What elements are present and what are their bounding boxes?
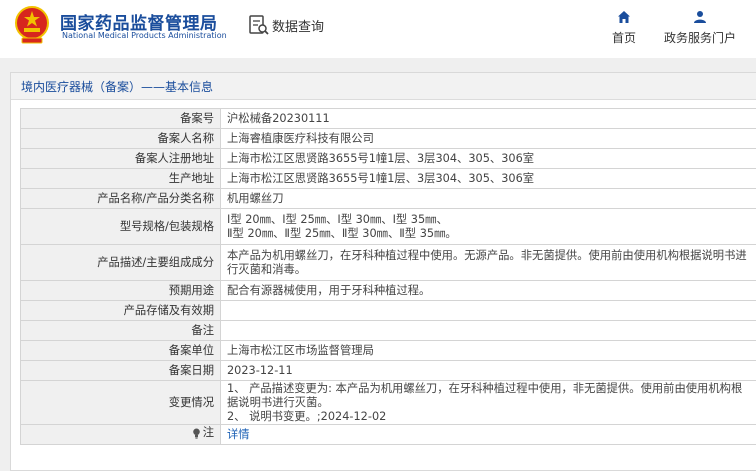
spec-line: Ⅱ型 20㎜、Ⅱ型 25㎜、Ⅱ型 30㎜、Ⅱ型 35㎜。 xyxy=(227,227,457,240)
field-label: 生产地址 xyxy=(20,168,221,189)
document-search-icon xyxy=(249,15,269,35)
spec-line: Ⅰ型 20㎜、Ⅰ型 25㎜、Ⅰ型 30㎜、Ⅰ型 35㎜、 xyxy=(227,213,448,226)
field-label: 备案单位 xyxy=(20,340,221,361)
field-value: 上海市松江区思贤路3655号1幢1层、3层304、305、306室 xyxy=(220,148,756,169)
field-value: 2023-12-11 xyxy=(220,360,756,381)
field-label: 预期用途 xyxy=(20,280,221,301)
table-row: 备案号 沪松械备20230111 xyxy=(20,108,756,129)
national-emblem-icon xyxy=(15,6,49,44)
change-line: 2、 说明书变更。;2024-12-02 xyxy=(227,410,387,423)
field-value xyxy=(220,320,756,341)
table-row: 备案单位 上海市松江区市场监督管理局 xyxy=(20,340,756,361)
field-label: 变更情况 xyxy=(20,380,221,425)
field-value: 机用螺丝刀 xyxy=(220,188,756,209)
field-label: 备案人名称 xyxy=(20,128,221,149)
field-label: 备案号 xyxy=(20,108,221,129)
table-row: 产品描述/主要组成成分 本产品为机用螺丝刀，在牙科种植过程中使用。无源产品。非无… xyxy=(20,244,756,281)
table-row: 产品名称/产品分类名称 机用螺丝刀 xyxy=(20,188,756,209)
table-row: 备案人注册地址 上海市松江区思贤路3655号1幢1层、3层304、305、306… xyxy=(20,148,756,169)
field-value: Ⅰ型 20㎜、Ⅰ型 25㎜、Ⅰ型 30㎜、Ⅰ型 35㎜、 Ⅱ型 20㎜、Ⅱ型 2… xyxy=(220,208,756,245)
change-line: 1、 产品描述变更为: 本产品为机用螺丝刀，在牙科种植过程中使用，非无菌提供。使… xyxy=(227,382,743,409)
table-row: 预期用途 配合有源器械使用，用于牙科种植过程。 xyxy=(20,280,756,301)
home-icon xyxy=(618,11,630,23)
field-label: 备案日期 xyxy=(20,360,221,381)
table-row: 型号规格/包装规格 Ⅰ型 20㎜、Ⅰ型 25㎜、Ⅰ型 30㎜、Ⅰ型 35㎜、 Ⅱ… xyxy=(20,208,756,245)
field-value: 上海市松江区市场监督管理局 xyxy=(220,340,756,361)
field-label: 注 xyxy=(20,424,221,445)
site-header: 国家药品监督管理局 National Medical Products Admi… xyxy=(0,0,756,58)
field-label: 产品名称/产品分类名称 xyxy=(20,188,221,209)
note-key: 注 xyxy=(192,426,214,440)
panel-title: 境内医疗器械（备案）——基本信息 xyxy=(11,73,756,100)
table-row: 生产地址 上海市松江区思贤路3655号1幢1层、3层304、305、306室 xyxy=(20,168,756,189)
table-row: 备案日期 2023-12-11 xyxy=(20,360,756,381)
field-label: 备注 xyxy=(20,320,221,341)
org-name-en: National Medical Products Administration xyxy=(62,31,227,40)
table-row: 产品存储及有效期 xyxy=(20,300,756,321)
info-panel: 境内医疗器械（备案）——基本信息 备案号 沪松械备20230111 备案人名称 … xyxy=(10,72,756,471)
nav-home[interactable]: 首页 xyxy=(584,10,664,46)
nav-home-label: 首页 xyxy=(611,31,636,45)
field-value: 上海睿植康医疗科技有限公司 xyxy=(220,128,756,149)
record-table: 备案号 沪松械备20230111 备案人名称 上海睿植康医疗科技有限公司 备案人… xyxy=(20,108,756,445)
field-value: 详情 xyxy=(220,424,756,445)
note-label: 注 xyxy=(202,426,214,440)
details-link[interactable]: 详情 xyxy=(227,428,250,441)
user-icon xyxy=(694,11,706,23)
field-label: 产品描述/主要组成成分 xyxy=(20,244,221,281)
field-label: 型号规格/包装规格 xyxy=(20,208,221,245)
field-value xyxy=(220,300,756,321)
field-value: 沪松械备20230111 xyxy=(220,108,756,129)
table-row: 备案人名称 上海睿植康医疗科技有限公司 xyxy=(20,128,756,149)
field-value: 配合有源器械使用，用于牙科种植过程。 xyxy=(220,280,756,301)
field-value: 本产品为机用螺丝刀，在牙科种植过程中使用。无源产品。非无菌提供。使用前由使用机构… xyxy=(220,244,756,281)
field-value: 1、 产品描述变更为: 本产品为机用螺丝刀，在牙科种植过程中使用，非无菌提供。使… xyxy=(220,380,756,425)
data-query-label: 数据查询 xyxy=(272,19,325,35)
data-query-title: 数据查询 xyxy=(248,14,324,36)
field-label: 备案人注册地址 xyxy=(20,148,221,169)
nav-gov-service-portal[interactable]: 政务服务门户 xyxy=(660,10,740,46)
nav-gov-service-label: 政务服务门户 xyxy=(663,31,736,45)
table-row: 注 详情 xyxy=(20,424,756,445)
table-row: 变更情况 1、 产品描述变更为: 本产品为机用螺丝刀，在牙科种植过程中使用，非无… xyxy=(20,380,756,425)
lightbulb-icon xyxy=(192,428,200,439)
field-label: 产品存储及有效期 xyxy=(20,300,221,321)
content-area: 境内医疗器械（备案）——基本信息 备案号 沪松械备20230111 备案人名称 … xyxy=(0,58,756,471)
field-value: 上海市松江区思贤路3655号1幢1层、3层304、305、306室 xyxy=(220,168,756,189)
table-row: 备注 xyxy=(20,320,756,341)
